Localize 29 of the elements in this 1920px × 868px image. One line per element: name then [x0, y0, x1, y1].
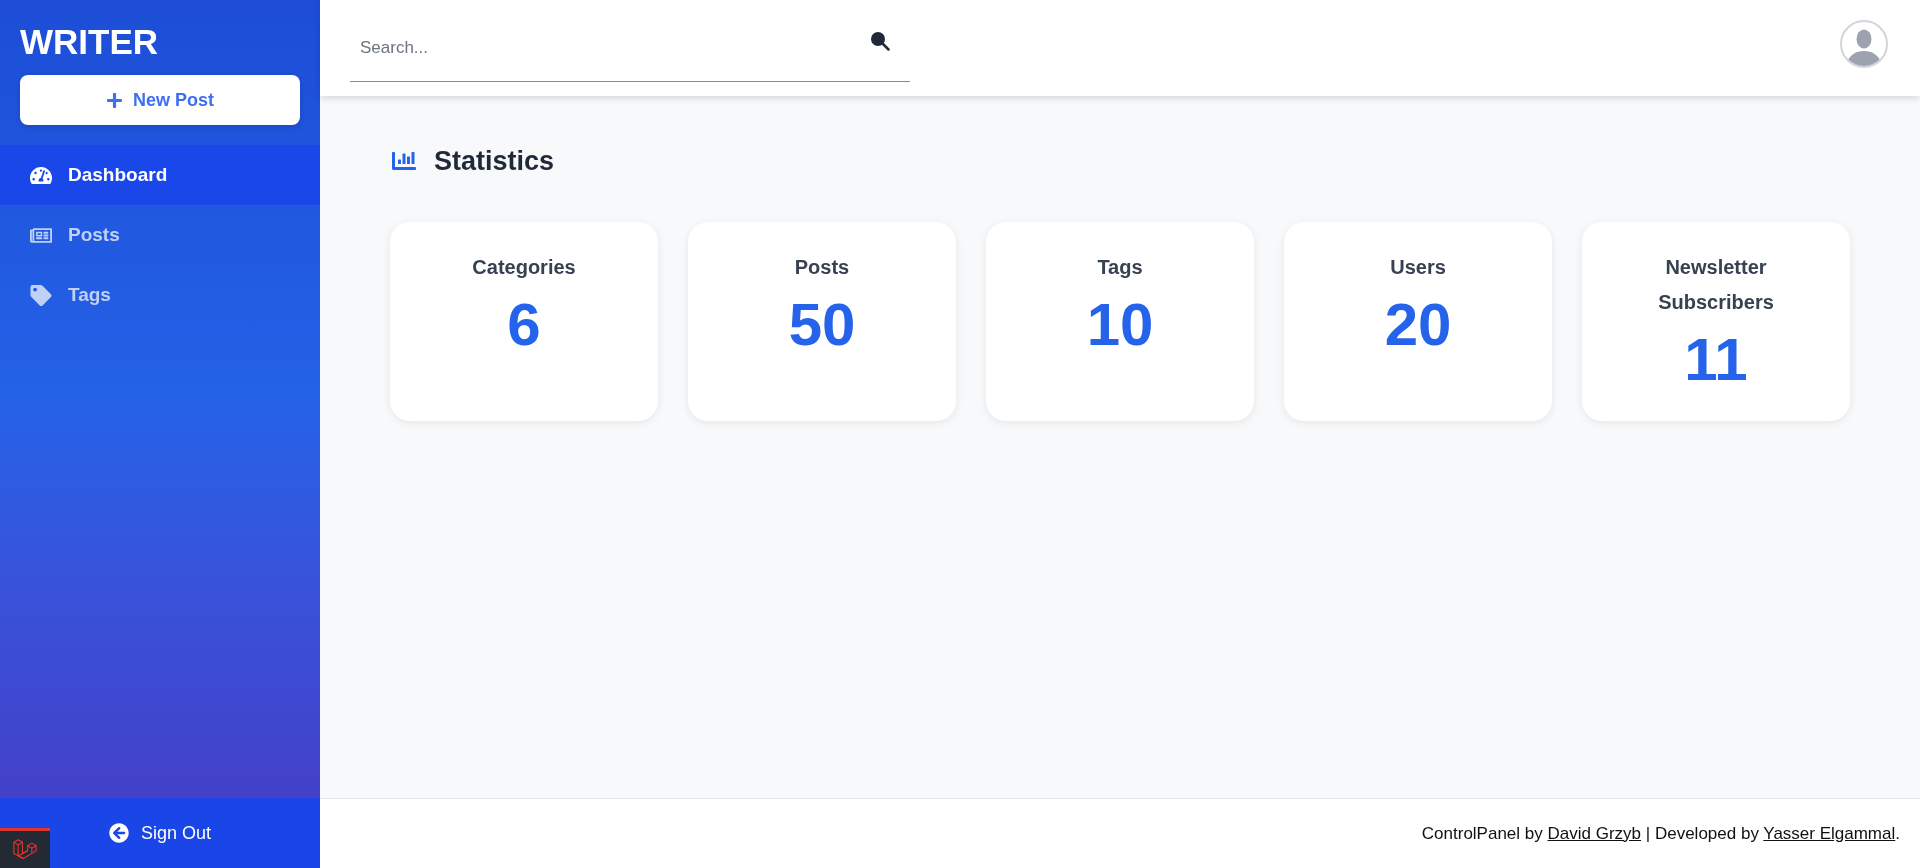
sidebar-item[interactable]: Dashboard	[0, 145, 320, 205]
plus-icon	[106, 91, 123, 109]
brand-title: WRITER	[19, 22, 160, 62]
stat-label: Categories	[472, 255, 576, 280]
cube-logo-icon	[12, 837, 38, 862]
tag-icon	[30, 284, 52, 306]
bar-chart-icon	[390, 149, 418, 173]
section-title: Statistics	[434, 144, 555, 178]
sidebar-item[interactable]: Tags	[0, 265, 320, 325]
footer-credits: ControlPanel by David Grzyb | Developed by Yasser Elgammal.	[1421, 822, 1900, 845]
stat-value: 6	[507, 295, 541, 355]
stat-value: 10	[1086, 295, 1154, 355]
stat-value: 50	[788, 295, 856, 355]
stat-label: Users	[1390, 255, 1446, 280]
sidebar-item[interactable]: Posts	[0, 205, 320, 265]
stat-value: 11	[1684, 330, 1748, 390]
stat-value: 20	[1384, 295, 1452, 355]
gauge-icon	[30, 164, 52, 186]
search-icon[interactable]	[870, 31, 890, 51]
stat-label: Newsletter Subscribers	[1657, 255, 1775, 315]
stat-label: Posts	[794, 255, 850, 280]
stat-label: Tags	[1097, 255, 1143, 280]
avatar-icon[interactable]	[1840, 20, 1888, 68]
author-link[interactable]: David Grzyb	[1547, 823, 1642, 843]
debug-toggle-button[interactable]	[0, 828, 50, 868]
sign-out-button[interactable]: Sign Out	[0, 798, 320, 868]
author-link[interactable]: Yasser Elgammal	[1763, 823, 1896, 843]
arrow-left-icon	[108, 823, 129, 843]
new-post-button[interactable]: New Post	[20, 75, 300, 125]
